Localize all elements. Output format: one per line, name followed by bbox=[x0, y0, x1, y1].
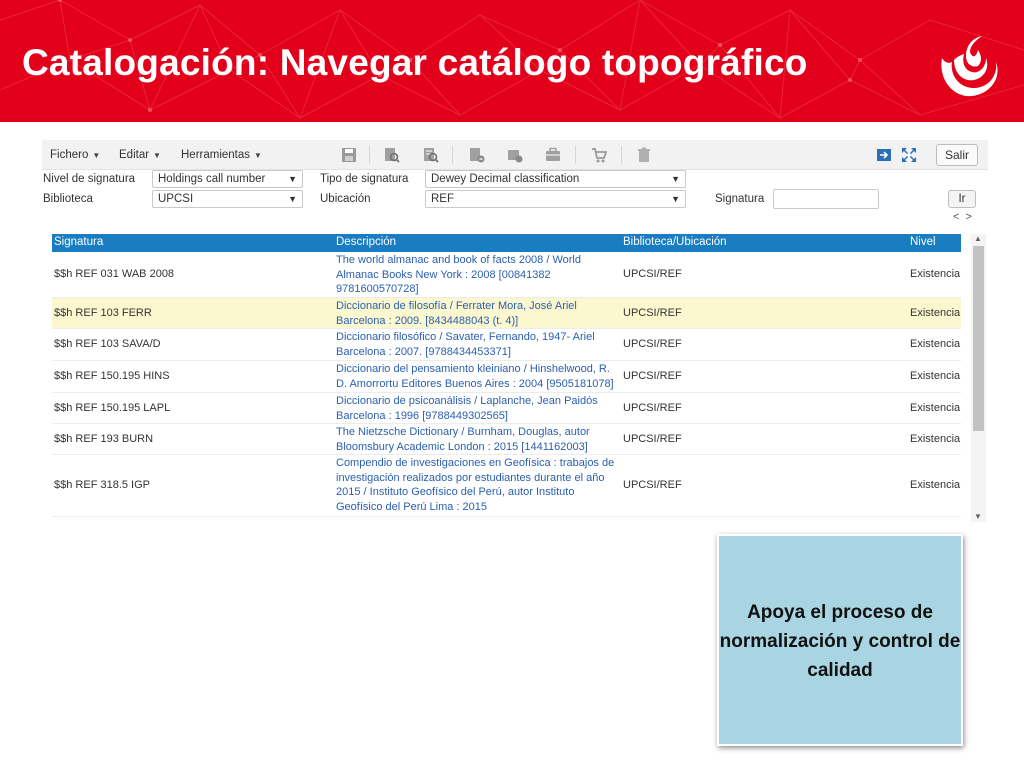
signatura-cell: $$h REF 150.195 HINS bbox=[54, 370, 170, 382]
menu-fichero[interactable]: Fichero ▼ bbox=[50, 149, 100, 161]
descripcion-cell[interactable]: The Nietzsche Dictionary / Burnham, Doug… bbox=[336, 425, 616, 454]
scroll-down-icon[interactable]: ▼ bbox=[974, 512, 982, 521]
upc-flame-logo bbox=[941, 36, 998, 97]
toolbar-separator bbox=[369, 146, 370, 164]
dropdown-arrow-icon: ▼ bbox=[671, 194, 680, 204]
exit-button[interactable]: Salir bbox=[936, 144, 978, 166]
edit-record-icon[interactable] bbox=[469, 147, 485, 163]
menu-editar[interactable]: Editar ▼ bbox=[119, 149, 161, 161]
signatura-cell: $$h REF 150.195 LAPL bbox=[54, 402, 171, 414]
signatura-input[interactable] bbox=[773, 189, 879, 209]
descripcion-cell[interactable]: Compendio de investigaciones en Geofísic… bbox=[336, 456, 616, 515]
signatura-cell: $$h REF 031 WAB 2008 bbox=[54, 268, 175, 280]
menu-herramientas[interactable]: Herramientas ▼ bbox=[181, 149, 262, 161]
menu-herramientas-label: Herramientas bbox=[181, 149, 251, 161]
nivel-signatura-label: Nivel de signatura bbox=[43, 173, 136, 185]
nivel-cell: Existencia bbox=[910, 338, 961, 350]
trash-icon[interactable] bbox=[636, 147, 652, 163]
go-button[interactable]: Ir bbox=[948, 190, 976, 208]
nivel-signatura-select[interactable]: Holdings call number ▼ bbox=[152, 170, 303, 188]
table-row[interactable]: $$h REF 150.195 LAPL Diccionario de psic… bbox=[52, 393, 961, 424]
caret-down-icon: ▼ bbox=[153, 151, 161, 160]
table-row[interactable]: $$h REF 150.195 HINS Diccionario del pen… bbox=[52, 361, 961, 393]
biblioteca-cell: UPCSI/REF bbox=[623, 479, 682, 491]
column-header-biblioteca[interactable]: Biblioteca/Ubicación bbox=[623, 236, 727, 248]
nivel-cell: Existencia bbox=[910, 433, 961, 445]
toolbar-separator bbox=[452, 146, 453, 164]
table-row[interactable]: $$h REF 103 SAVA/D Diccionario filosófic… bbox=[52, 329, 961, 361]
biblioteca-select[interactable]: UPCSI ▼ bbox=[152, 190, 303, 208]
cart-icon[interactable] bbox=[591, 147, 607, 163]
tipo-signatura-label: Tipo de signatura bbox=[320, 173, 409, 185]
signatura-cell: $$h REF 103 FERR bbox=[54, 307, 152, 319]
catalog-browser-window: Fichero ▼ Editar ▼ Herramientas ▼ Salir Niv… bbox=[42, 140, 988, 524]
menu-fichero-label: Fichero bbox=[50, 149, 89, 161]
prev-page-button[interactable]: < bbox=[953, 211, 965, 223]
biblioteca-cell: UPCSI/REF bbox=[623, 433, 682, 445]
biblioteca-value: UPCSI bbox=[158, 193, 194, 205]
toolbar-separator bbox=[621, 146, 622, 164]
descripcion-cell[interactable]: Diccionario de filosofía / Ferrater Mora… bbox=[336, 299, 616, 328]
table-header: Signatura Descripción Biblioteca/Ubicaci… bbox=[52, 234, 961, 252]
dropdown-arrow-icon: ▼ bbox=[671, 174, 680, 184]
save-icon[interactable] bbox=[341, 147, 357, 163]
column-header-descripcion[interactable]: Descripción bbox=[336, 236, 396, 248]
dropdown-arrow-icon: ▼ bbox=[288, 174, 297, 184]
signatura-cell: $$h REF 103 SAVA/D bbox=[54, 338, 161, 350]
scrollbar-thumb[interactable] bbox=[973, 246, 984, 431]
biblioteca-cell: UPCSI/REF bbox=[623, 338, 682, 350]
caret-down-icon: ▼ bbox=[92, 151, 101, 160]
signatura-cell: $$h REF 318.5 IGP bbox=[54, 479, 150, 491]
tipo-signatura-value: Dewey Decimal classification bbox=[431, 173, 580, 185]
catalog-table: Signatura Descripción Biblioteca/Ubicaci… bbox=[52, 234, 961, 524]
toolbar-separator bbox=[575, 146, 576, 164]
nivel-cell: Existencia bbox=[910, 268, 961, 280]
export-icon[interactable] bbox=[876, 147, 892, 163]
biblioteca-cell: UPCSI/REF bbox=[623, 268, 682, 280]
descripcion-cell[interactable]: Diccionario del pensamiento kleiniano / … bbox=[336, 362, 616, 391]
biblioteca-cell: UPCSI/REF bbox=[623, 307, 682, 319]
title-banner: Catalogación: Navegar catálogo topográfi… bbox=[0, 0, 1024, 122]
search-list-icon[interactable] bbox=[423, 147, 439, 163]
menu-editar-label: Editar bbox=[119, 149, 150, 161]
biblioteca-cell: UPCSI/REF bbox=[623, 402, 682, 414]
nivel-cell: Existencia bbox=[910, 402, 961, 414]
move-record-icon[interactable] bbox=[507, 147, 523, 163]
nivel-signatura-value: Holdings call number bbox=[158, 173, 266, 185]
toolbar: Fichero ▼ Editar ▼ Herramientas ▼ Salir bbox=[42, 140, 988, 170]
next-page-button[interactable]: > bbox=[965, 211, 977, 223]
pager: <> bbox=[953, 211, 978, 223]
search-record-icon[interactable] bbox=[384, 147, 400, 163]
dropdown-arrow-icon: ▼ bbox=[288, 194, 297, 204]
callout-text: Apoya el proceso de normalización y cont… bbox=[719, 602, 961, 681]
table-scrollbar[interactable]: ▲ ▼ bbox=[971, 234, 986, 522]
table-row[interactable]: $$h REF 318.5 IGP Compendio de investiga… bbox=[52, 455, 961, 517]
signatura-label: Signatura bbox=[715, 193, 765, 205]
ubicacion-value: REF bbox=[431, 193, 454, 205]
descripcion-cell[interactable]: The world almanac and book of facts 2008… bbox=[336, 253, 616, 297]
column-header-nivel[interactable]: Nivel bbox=[910, 236, 936, 248]
tipo-signatura-select[interactable]: Dewey Decimal classification ▼ bbox=[425, 170, 686, 188]
expand-icon[interactable] bbox=[901, 147, 917, 163]
table-row[interactable]: $$h REF 031 WAB 2008 The world almanac a… bbox=[52, 252, 961, 298]
biblioteca-cell: UPCSI/REF bbox=[623, 370, 682, 382]
slide-title: Catalogación: Navegar catálogo topográfi… bbox=[22, 42, 808, 83]
ubicacion-select[interactable]: REF ▼ bbox=[425, 190, 686, 208]
ubicacion-label: Ubicación bbox=[320, 193, 371, 205]
table-row-selected[interactable]: $$h REF 103 FERR Diccionario de filosofí… bbox=[52, 298, 961, 329]
signatura-cell: $$h REF 193 BURN bbox=[54, 433, 154, 445]
scroll-up-icon[interactable]: ▲ bbox=[974, 234, 982, 243]
biblioteca-label: Biblioteca bbox=[43, 193, 93, 205]
table-row[interactable]: $$h REF 193 BURN The Nietzsche Dictionar… bbox=[52, 424, 961, 455]
column-header-signatura[interactable]: Signatura bbox=[54, 236, 103, 248]
nivel-cell: Existencia bbox=[910, 307, 961, 319]
caret-down-icon: ▼ bbox=[254, 151, 262, 160]
briefcase-icon[interactable] bbox=[545, 147, 561, 163]
descripcion-cell[interactable]: Diccionario de psicoanálisis / Laplanche… bbox=[336, 394, 616, 423]
nivel-cell: Existencia bbox=[910, 479, 961, 491]
callout-box: Apoya el proceso de normalización y cont… bbox=[717, 534, 963, 746]
descripcion-cell[interactable]: Diccionario filosófico / Savater, Fernan… bbox=[336, 330, 616, 359]
nivel-cell: Existencia bbox=[910, 370, 961, 382]
